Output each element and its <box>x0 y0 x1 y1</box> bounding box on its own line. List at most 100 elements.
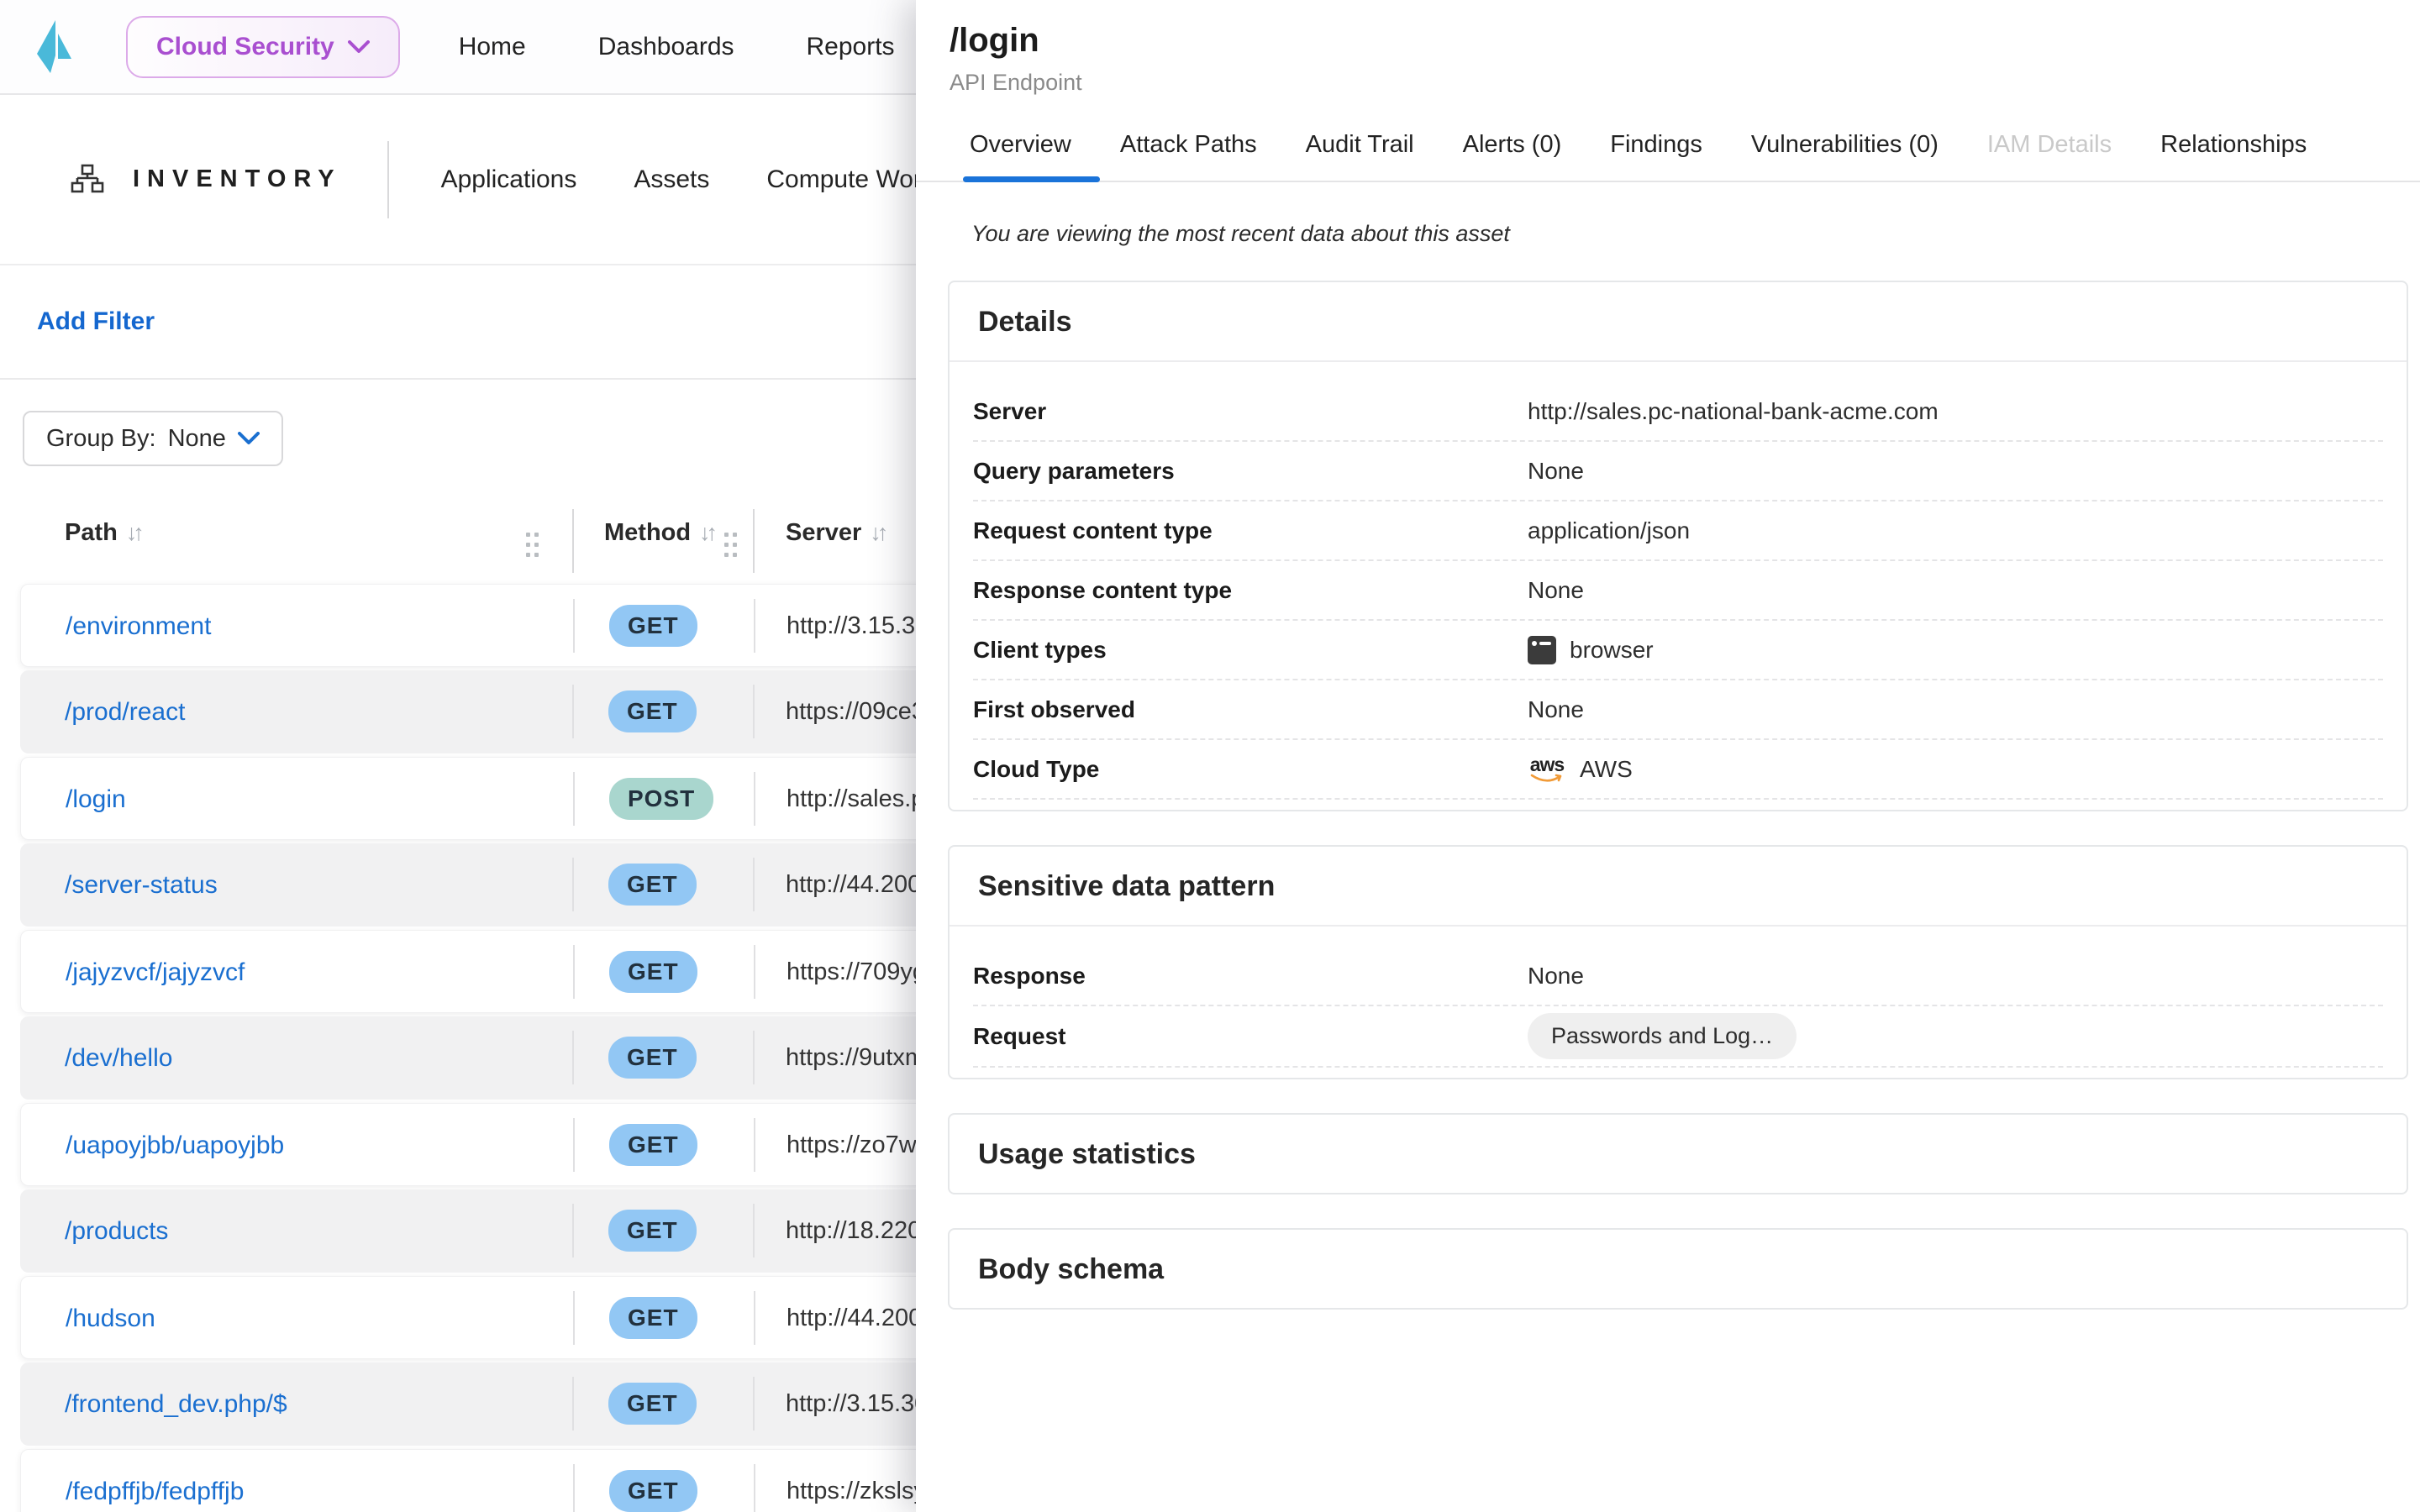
server-cell: https://09ce3 <box>786 698 925 726</box>
detail-label: Server <box>973 398 1528 425</box>
usage-statistics-card[interactable]: Usage statistics <box>948 1113 2408 1194</box>
detail-value: http://sales.pc-national-bank-acme.com <box>1528 398 1939 425</box>
endpoint-path-link[interactable]: /prod/react <box>65 698 185 727</box>
drawer-tab[interactable]: Audit Trail <box>1306 118 1414 181</box>
method-badge: GET <box>609 1124 697 1166</box>
column-label: Method <box>604 519 691 547</box>
cell-divider <box>753 1377 755 1431</box>
sort-icon[interactable]: ↓↑ <box>126 520 140 546</box>
group-by-value: None <box>168 425 226 453</box>
drawer-tab-label: Attack Paths <box>1120 131 1257 158</box>
detail-row: Response content type None <box>973 561 2383 621</box>
detail-value: application/json <box>1528 517 1690 544</box>
endpoint-path-link[interactable]: /uapoyjbb/uapoyjbb <box>66 1131 284 1160</box>
sitemap-icon <box>71 163 104 197</box>
method-badge: GET <box>609 1297 697 1339</box>
endpoint-path-link[interactable]: /products <box>65 1217 168 1246</box>
detail-row: Cloud Type aws AWS <box>973 740 2383 800</box>
details-heading: Details <box>950 282 2407 362</box>
detail-label: First observed <box>973 696 1528 723</box>
endpoint-path-link[interactable]: /jajyzvcf/jajyzvcf <box>66 958 245 987</box>
cell-divider <box>754 945 755 999</box>
detail-value: browser <box>1528 636 1654 664</box>
sensitive-heading: Sensitive data pattern <box>950 847 2407 927</box>
endpoint-path-link[interactable]: /hudson <box>66 1305 155 1333</box>
drawer-tabbar: Overview Attack Paths Audit Trail Alerts… <box>916 118 2420 182</box>
sensitive-row: Response None <box>973 947 2383 1006</box>
endpoint-path-link[interactable]: /environment <box>66 612 211 641</box>
nav-item-label: Reports <box>807 33 895 60</box>
cell-divider <box>572 685 574 738</box>
endpoint-path-link[interactable]: /dev/hello <box>65 1044 172 1073</box>
cell-divider <box>753 1204 755 1257</box>
drawer-tab[interactable]: Relationships <box>2160 118 2307 181</box>
recent-data-notice: You are viewing the most recent data abo… <box>971 221 2420 247</box>
detail-label: Client types <box>973 637 1528 664</box>
detail-value-text: application/json <box>1528 517 1690 544</box>
usage-statistics-heading: Usage statistics <box>950 1115 2407 1193</box>
detail-value-text: None <box>1528 458 1584 485</box>
sort-icon[interactable]: ↓↑ <box>870 520 884 546</box>
server-cell: http://3.15.30 <box>786 612 929 640</box>
server-cell: http://44.200. <box>786 871 928 899</box>
drawer-tab[interactable]: Attack Paths <box>1120 118 1257 181</box>
sensitive-label: Response <box>973 963 1528 990</box>
inventory-tab[interactable]: Assets <box>627 95 716 264</box>
sensitive-pattern-chip[interactable]: Passwords and Log… <box>1528 1013 1797 1059</box>
detail-value-text: browser <box>1570 637 1654 664</box>
group-by-dropdown[interactable]: Group By: None <box>23 411 283 466</box>
sensitive-value-text: None <box>1528 963 1584 990</box>
detail-value: None <box>1528 458 1584 485</box>
body-schema-heading: Body schema <box>950 1230 2407 1308</box>
detail-value-text: None <box>1528 577 1584 604</box>
product-switcher-label: Cloud Security <box>156 33 334 61</box>
chevron-down-icon <box>238 432 260 445</box>
cell-divider <box>573 1464 575 1512</box>
cell-divider <box>573 772 575 826</box>
server-cell: http://3.15.30 <box>786 1390 928 1418</box>
column-label: Path <box>65 519 118 547</box>
server-cell: http://44.200. <box>786 1305 929 1332</box>
inventory-tab[interactable]: Applications <box>434 95 584 264</box>
drawer-tab-label: IAM Details <box>1987 131 2112 158</box>
nav-item[interactable]: Home <box>442 19 543 75</box>
asset-details-drawer: /login API Endpoint Overview Attack Path… <box>916 0 2420 1512</box>
drawer-title: /login <box>950 22 2420 60</box>
detail-label: Response content type <box>973 577 1528 604</box>
drawer-tab[interactable]: Vulnerabilities (0) <box>1751 118 1939 181</box>
drawer-tab[interactable]: Alerts (0) <box>1463 118 1562 181</box>
sensitive-data-card: Sensitive data pattern Response None Req… <box>948 845 2408 1079</box>
method-badge: GET <box>609 605 697 647</box>
detail-value-text: None <box>1528 696 1584 723</box>
endpoint-path-link[interactable]: /frontend_dev.php/$ <box>65 1390 287 1419</box>
drag-handle-icon[interactable] <box>724 533 738 558</box>
endpoint-path-link[interactable]: /login <box>66 785 126 814</box>
method-badge: GET <box>608 864 697 906</box>
column-divider <box>753 509 755 573</box>
cell-divider <box>753 858 755 911</box>
drawer-tab[interactable]: IAM Details <box>1987 118 2112 181</box>
cell-divider <box>572 1031 574 1084</box>
sensitive-value: Passwords and Log… <box>1528 1006 1797 1066</box>
nav-item[interactable]: Reports <box>790 19 912 75</box>
aws-icon: aws <box>1528 755 1566 784</box>
nav-item[interactable]: Dashboards <box>581 19 751 75</box>
drag-handle-icon[interactable] <box>526 533 539 558</box>
body-schema-card[interactable]: Body schema <box>948 1228 2408 1310</box>
method-badge: GET <box>609 951 697 993</box>
drawer-tab[interactable]: Findings <box>1610 118 1702 181</box>
endpoint-path-link[interactable]: /server-status <box>65 871 218 900</box>
detail-row: Request content type application/json <box>973 501 2383 561</box>
product-switcher[interactable]: Cloud Security <box>126 16 400 78</box>
sort-icon[interactable]: ↓↑ <box>699 520 713 546</box>
detail-value: aws AWS <box>1528 755 1633 784</box>
column-header-path: Path ↓↑ <box>65 519 140 547</box>
endpoint-path-link[interactable]: /fedpffjb/fedpffjb <box>66 1478 244 1506</box>
drawer-tab-label: Overview <box>970 131 1071 158</box>
drawer-tab[interactable]: Overview <box>970 118 1071 181</box>
column-divider <box>572 509 574 573</box>
server-cell: https://9utxm <box>786 1044 925 1072</box>
nav-item-label: Home <box>459 33 526 60</box>
add-filter-button[interactable]: Add Filter <box>37 307 155 336</box>
detail-label: Cloud Type <box>973 756 1528 783</box>
